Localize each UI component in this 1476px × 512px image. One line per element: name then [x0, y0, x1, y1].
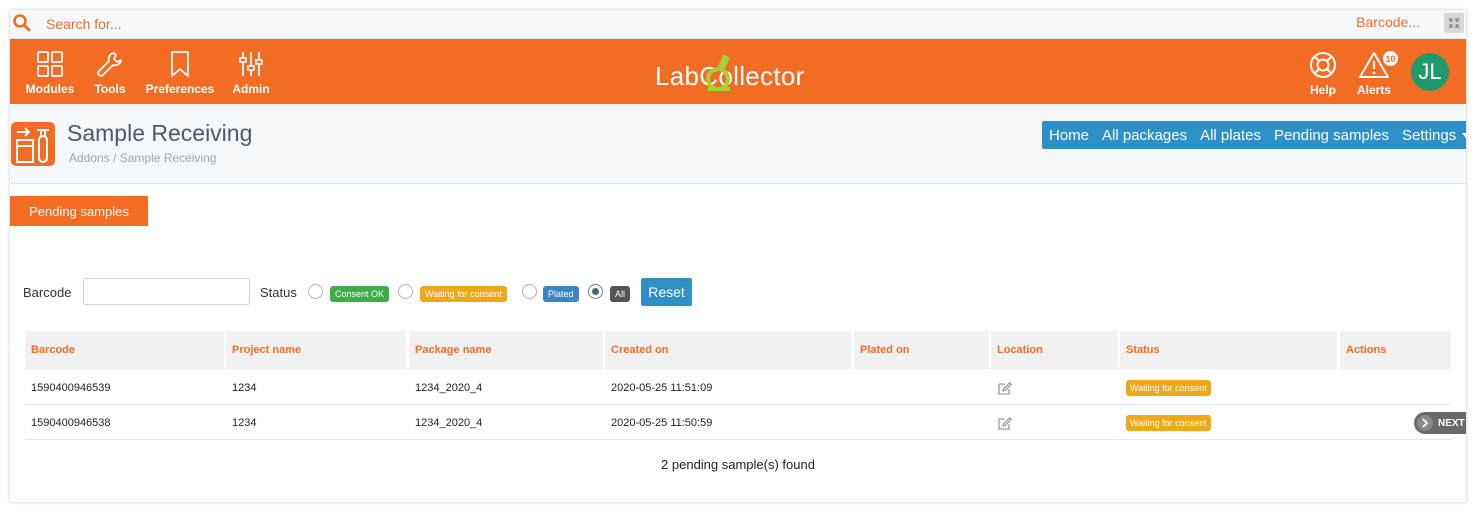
column-header-project-name[interactable]: Project name: [226, 331, 406, 369]
search-icon[interactable]: [12, 13, 32, 33]
chevron-right-icon: [1417, 415, 1433, 431]
cell-package-name: 1234_2020_4: [415, 417, 483, 429]
nav-modules[interactable]: Modules: [24, 39, 76, 104]
barcode-filter-input[interactable]: [83, 278, 250, 305]
page-title: Sample Receiving: [67, 120, 253, 146]
status-badge-plated: Plated: [543, 286, 579, 302]
table-row[interactable]: 1590400946539 1234 1234_2020_4 2020-05-2…: [25, 371, 1451, 405]
status-badge: Waiting for consent: [1126, 415, 1211, 431]
column-header-barcode[interactable]: Barcode: [25, 331, 224, 369]
nav-label: Preferences: [145, 82, 215, 96]
table-row[interactable]: 1590400946538 1234 1234_2020_4 2020-05-2…: [25, 406, 1451, 440]
avatar[interactable]: JL: [1411, 53, 1449, 91]
nav-label: Alerts: [1356, 83, 1391, 97]
cell-status: Waiting for consent: [1120, 371, 1211, 405]
page-header: Sample Receiving Addons / Sample Receivi…: [10, 104, 1466, 184]
nav-label: Admin: [232, 82, 270, 96]
cell-barcode: 1590400946539: [31, 382, 111, 394]
results-count: 2 pending sample(s) found: [661, 457, 815, 472]
nav-preferences[interactable]: Preferences: [144, 39, 216, 104]
column-header-actions: Actions: [1340, 331, 1451, 369]
cell-status: Waiting for consent: [1120, 406, 1211, 440]
sub-navigation: Home All packages All plates Pending sam…: [1042, 121, 1466, 149]
lifebuoy-icon: [1310, 52, 1336, 78]
column-header-status[interactable]: Status: [1120, 331, 1337, 369]
cell-plated-on: [854, 406, 860, 440]
bookmark-icon: [171, 51, 189, 77]
cell-project-name: 1234: [232, 417, 257, 429]
search-bar: Barcode...: [10, 10, 1466, 39]
breadcrumb[interactable]: Addons / Sample Receiving: [69, 151, 216, 165]
labcollector-logo[interactable]: LabCollector: [655, 53, 825, 93]
caret-down-icon: [1462, 133, 1466, 139]
subnav-all-packages[interactable]: All packages: [1102, 127, 1187, 144]
status-badge-consent-ok: Consent OK: [330, 286, 390, 302]
column-header-package-name[interactable]: Package name: [409, 331, 603, 369]
column-header-location[interactable]: Location: [991, 331, 1118, 369]
radio-all[interactable]: [588, 284, 603, 299]
cell-barcode: 1590400946538: [31, 417, 111, 429]
edit-icon[interactable]: [997, 416, 1012, 431]
radio-plated[interactable]: [522, 284, 537, 299]
nav-label: Help: [1309, 83, 1336, 97]
collapse-icon[interactable]: [1444, 13, 1464, 33]
tab-pending-samples[interactable]: Pending samples: [10, 196, 148, 226]
subnav-settings[interactable]: Settings: [1402, 127, 1466, 144]
subnav-home[interactable]: Home: [1049, 127, 1089, 144]
status-badge-waiting: Waiting for consent: [420, 286, 507, 302]
column-header-created-on[interactable]: Created on: [605, 331, 851, 369]
subnav-all-plates[interactable]: All plates: [1200, 127, 1261, 144]
microscope-icon: [706, 55, 730, 91]
nav-admin[interactable]: Admin: [230, 39, 272, 104]
search-input[interactable]: [46, 13, 646, 35]
cell-package-name: 1234_2020_4: [415, 382, 483, 394]
nav-label: Tools: [94, 82, 126, 96]
cell-location: [991, 406, 1012, 440]
cell-plated-on: [854, 371, 860, 405]
nav-alerts[interactable]: Alerts: [1354, 39, 1394, 104]
radio-waiting-for-consent[interactable]: [398, 284, 413, 299]
nav-help[interactable]: Help: [1306, 39, 1340, 104]
nav-label: Modules: [25, 82, 75, 96]
wrench-icon: [97, 52, 122, 77]
cell-created-on: 2020-05-25 11:51:09: [611, 382, 713, 394]
app-window: Barcode... Modules Tools: [10, 10, 1466, 502]
status-filter-label: Status: [260, 285, 297, 300]
sample-receiving-icon: [11, 122, 55, 166]
subnav-pending-samples[interactable]: Pending samples: [1274, 127, 1389, 144]
status-badge-all: All: [610, 286, 631, 302]
cell-project-name: 1234: [232, 382, 257, 394]
next-label: NEXT: [1438, 417, 1465, 429]
column-header-plated-on[interactable]: Plated on: [854, 331, 989, 369]
reset-button[interactable]: Reset: [641, 278, 692, 306]
edit-icon[interactable]: [997, 381, 1012, 396]
settings-label: Settings: [1402, 126, 1457, 144]
barcode-filter-label: Barcode: [23, 285, 72, 300]
alerts-count-badge: 10: [1383, 51, 1398, 66]
status-badge: Waiting for consent: [1126, 380, 1211, 396]
grid-icon: [37, 51, 63, 77]
nav-tools[interactable]: Tools: [92, 39, 128, 104]
top-navigation: Modules Tools Preferences Admin LabColle…: [10, 39, 1466, 104]
cell-location: [991, 371, 1012, 405]
sliders-icon: [239, 52, 263, 76]
barcode-search-link[interactable]: Barcode...: [1356, 14, 1420, 30]
radio-consent-ok[interactable]: [308, 284, 323, 299]
next-button[interactable]: NEXT: [1414, 412, 1466, 434]
cell-created-on: 2020-05-25 11:50:59: [611, 417, 713, 429]
